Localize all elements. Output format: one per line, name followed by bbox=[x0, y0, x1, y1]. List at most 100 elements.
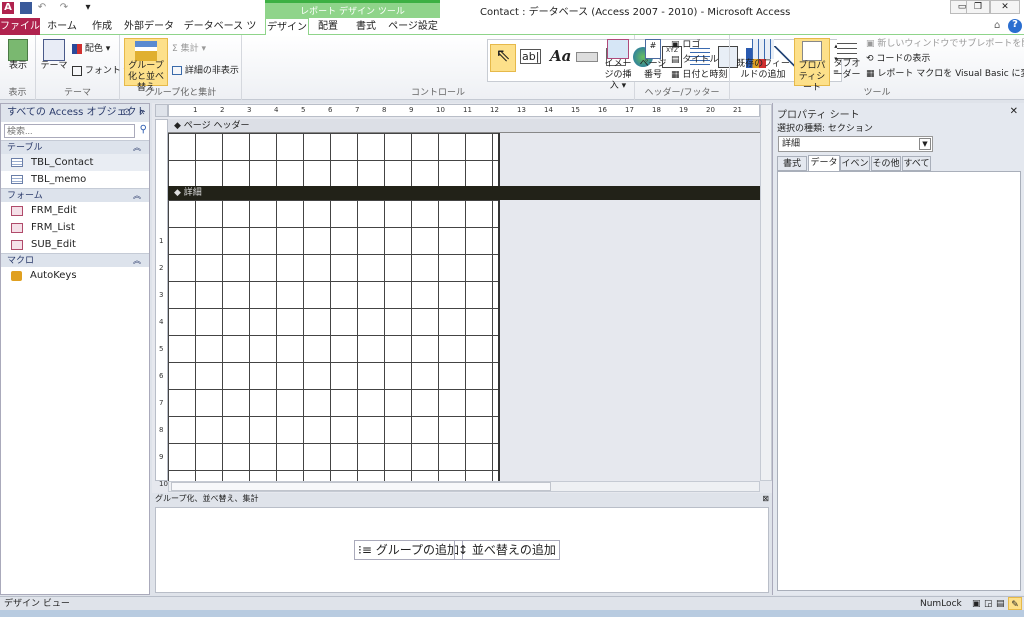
layout-view-icon[interactable]: ▤ bbox=[996, 597, 1005, 611]
open-subreport-button: ▣ 新しいウィンドウでサブレポートを開く bbox=[866, 39, 1024, 49]
undo-icon[interactable]: ↶ bbox=[36, 2, 48, 14]
tab-external-data[interactable]: 外部データ bbox=[124, 18, 174, 35]
tab-order-button[interactable]: タブオーダー bbox=[832, 39, 862, 81]
textbox-control-icon[interactable]: ab| bbox=[520, 49, 542, 64]
nav-item-frm-list[interactable]: FRM_List bbox=[1, 219, 149, 236]
group-grouping-totals: グループ化と並べ替え Σ 集計 ▾ 詳細の非表示 グループ化と集計 bbox=[120, 35, 242, 100]
group-sort-total-pane: グループ化、並べ替え、集計 ⊠ ⁝≡ グループの追加 ↕ 並べ替えの追加 bbox=[152, 493, 772, 595]
nav-menu-icon[interactable]: ⊙ bbox=[123, 104, 131, 122]
tab-page-setup[interactable]: ページ設定 bbox=[388, 18, 438, 35]
ruler-tick-label: 12 bbox=[490, 106, 499, 114]
tab-create[interactable]: 作成 bbox=[86, 18, 118, 35]
ruler-tick-label: 19 bbox=[679, 106, 688, 114]
ruler-tick-label: 8 bbox=[382, 106, 387, 114]
search-icon[interactable]: ⚲ bbox=[140, 124, 147, 135]
ruler-tick-label: 2 bbox=[159, 264, 164, 272]
print-preview-icon[interactable]: ◲ bbox=[984, 597, 993, 611]
ruler-tick-label: 11 bbox=[463, 106, 472, 114]
help-icon[interactable]: ? bbox=[1008, 19, 1022, 33]
vertical-ruler[interactable]: 1 2 3 4 5 6 7 8 9 10 bbox=[155, 119, 168, 488]
nav-item-autokeys[interactable]: AutoKeys bbox=[1, 267, 149, 284]
tab-home[interactable]: ホーム bbox=[44, 18, 80, 35]
ruler-tick-label: 9 bbox=[159, 453, 164, 461]
section-detail[interactable]: ◆ 詳細 bbox=[168, 186, 760, 200]
customize-qat-icon[interactable]: ▾ bbox=[82, 2, 94, 14]
nav-section-tables[interactable]: テーブル ︽ bbox=[1, 140, 149, 154]
table-icon bbox=[11, 158, 23, 167]
vertical-scrollbar[interactable] bbox=[760, 104, 772, 481]
property-list[interactable] bbox=[777, 171, 1021, 591]
nav-header[interactable]: すべての Access オブジェクト ⊙ « bbox=[1, 104, 149, 122]
add-group-button[interactable]: ⁝≡ グループの追加 bbox=[354, 540, 463, 560]
date-time-button[interactable]: ▦ 日付と時刻 bbox=[671, 69, 727, 81]
ruler-tick-label: 1 bbox=[159, 237, 164, 245]
add-sort-button[interactable]: ↕ 並べ替えの追加 bbox=[454, 540, 560, 560]
label-control-icon[interactable]: Aa bbox=[550, 47, 571, 65]
form-icon bbox=[11, 205, 23, 216]
close-pane-icon[interactable]: ⊠ bbox=[762, 493, 769, 505]
property-sheet-button[interactable]: プロパティシート bbox=[794, 38, 830, 93]
nav-section-forms[interactable]: フォーム ︽ bbox=[1, 188, 149, 202]
horizontal-ruler[interactable]: 12345678910111213141516171819202122 bbox=[168, 104, 769, 117]
redo-icon[interactable]: ↷ bbox=[58, 2, 70, 14]
macro-icon bbox=[11, 270, 22, 281]
tab-database-tools[interactable]: データベース ツール bbox=[180, 18, 260, 49]
add-existing-fields-button[interactable]: 既存のフィールドの追加 bbox=[732, 39, 794, 81]
logo-button[interactable]: ▣ ロゴ bbox=[671, 39, 700, 51]
group-and-sort-button[interactable]: グループ化と並べ替え bbox=[124, 38, 168, 93]
save-icon[interactable] bbox=[20, 2, 32, 14]
ruler-tick-label: 10 bbox=[159, 480, 168, 488]
tab-other-props[interactable]: その他 bbox=[871, 156, 901, 171]
view-code-button[interactable]: ⟲ コードの表示 bbox=[866, 53, 930, 65]
tab-arrange[interactable]: 配置 bbox=[312, 18, 344, 35]
view-button[interactable]: 表示 bbox=[4, 39, 32, 72]
title-button[interactable]: ▤ タイトル bbox=[671, 54, 718, 66]
minimize-ribbon-icon[interactable]: ⌂ bbox=[994, 20, 1000, 31]
ruler-tick-label: 13 bbox=[517, 106, 526, 114]
tab-data-props[interactable]: データ bbox=[808, 155, 840, 171]
select-pointer-icon[interactable]: ⇖ bbox=[490, 44, 516, 72]
horizontal-scrollbar[interactable] bbox=[168, 481, 760, 492]
table-icon bbox=[11, 175, 23, 184]
nav-section-macros[interactable]: マクロ ︽ bbox=[1, 253, 149, 267]
nav-search-input[interactable] bbox=[4, 124, 135, 138]
window-title: Contact : データベース (Access 2007 - 2010) - … bbox=[480, 7, 791, 18]
tab-file[interactable]: ファイル bbox=[0, 18, 40, 35]
ruler-tick-label: 14 bbox=[544, 106, 553, 114]
tab-event-props[interactable]: イベント bbox=[840, 156, 870, 184]
close-button[interactable]: ✕ bbox=[990, 0, 1020, 14]
design-view-icon[interactable]: ✎ bbox=[1008, 597, 1022, 610]
detail-grid[interactable] bbox=[168, 200, 500, 481]
colors-button[interactable]: 配色 ▾ bbox=[72, 43, 110, 55]
report-view-icon[interactable]: ▣ bbox=[972, 597, 981, 611]
page-header-grid[interactable] bbox=[168, 133, 500, 186]
nav-item-tbl-memo[interactable]: TBL_memo bbox=[1, 171, 149, 188]
section-page-header[interactable]: ◆ ページ ヘッダー bbox=[168, 119, 760, 133]
ruler-tick-label: 17 bbox=[625, 106, 634, 114]
convert-macros-button[interactable]: ▦ レポート マクロを Visual Basic に変換 bbox=[866, 68, 1024, 80]
collapse-icon: ︽ bbox=[133, 191, 141, 200]
page-number-button[interactable]: # ページ番号 bbox=[639, 39, 667, 81]
selection-dropdown[interactable]: 詳細 ▼ bbox=[778, 136, 933, 152]
ruler-tick-label: 1 bbox=[193, 106, 198, 114]
totals-button: Σ 集計 ▾ bbox=[172, 44, 206, 54]
select-report-button[interactable] bbox=[155, 104, 168, 117]
button-control-icon[interactable] bbox=[576, 52, 598, 62]
navigation-pane: すべての Access オブジェクト⊙« ⚲ テーブル︽ TBL_Contact… bbox=[0, 103, 150, 595]
tab-design[interactable]: デザイン bbox=[265, 18, 309, 36]
title-bar: A ↶ ↷ ▾ レポート デザイン ツール Contact : データベース (… bbox=[0, 0, 1024, 18]
nav-item-tbl-contact[interactable]: TBL_Contact bbox=[1, 154, 149, 171]
ribbon: 表示 表示 テーマ 配色 ▾ フォント ▾ テーマ グループ化と並べ替え Σ 集… bbox=[0, 35, 1024, 100]
themes-button[interactable]: テーマ bbox=[40, 39, 68, 72]
restore-button[interactable]: ❐ bbox=[966, 0, 990, 14]
hide-details-button[interactable]: 詳細の非表示 bbox=[172, 65, 239, 77]
nav-item-frm-edit[interactable]: FRM_Edit bbox=[1, 202, 149, 219]
tab-format[interactable]: 書式 bbox=[350, 18, 382, 35]
ruler-tick-label: 6 bbox=[328, 106, 333, 114]
tab-all-props[interactable]: すべて bbox=[902, 156, 931, 171]
collapse-nav-icon[interactable]: « bbox=[139, 104, 145, 122]
ruler-tick-label: 7 bbox=[355, 106, 360, 114]
nav-item-sub-edit[interactable]: SUB_Edit bbox=[1, 236, 149, 253]
close-icon[interactable]: ✕ bbox=[1010, 106, 1018, 117]
tab-format-props[interactable]: 書式 bbox=[777, 156, 807, 171]
